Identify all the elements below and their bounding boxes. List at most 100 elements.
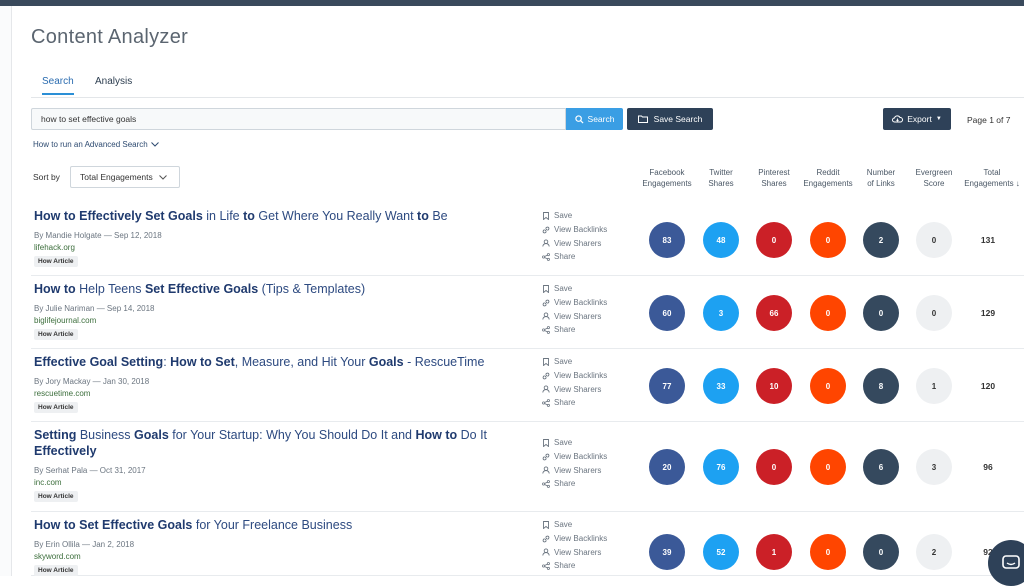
backlinks-action-label: View Backlinks <box>554 370 608 380</box>
sharers-action[interactable]: View Sharers <box>542 310 607 324</box>
column-header-facebook[interactable]: Facebook Engagements <box>638 167 696 189</box>
sharers-action[interactable]: View Sharers <box>542 464 607 478</box>
save-action-label: Save <box>554 438 573 447</box>
title-segment: Set Effective Goals <box>144 282 259 296</box>
share-icon <box>542 253 550 262</box>
sort-select[interactable]: Total Engagements <box>70 166 180 188</box>
save-search-button[interactable]: Save Search <box>627 108 713 130</box>
backlinks-action[interactable]: View Backlinks <box>542 532 607 546</box>
evergreen-metric[interactable]: 0 <box>916 222 952 258</box>
save-action[interactable]: Save <box>542 518 607 532</box>
tab-analysis[interactable]: Analysis <box>95 76 132 93</box>
twitter-metric[interactable]: 52 <box>703 534 739 570</box>
search-input[interactable] <box>31 108 566 130</box>
column-header-twitter[interactable]: Twitter Shares <box>692 167 750 189</box>
reddit-metric[interactable]: 0 <box>810 295 846 331</box>
share-action[interactable]: Share <box>542 396 607 410</box>
advanced-search-link[interactable]: How to run an Advanced Search <box>33 140 159 149</box>
result-title[interactable]: How to Effectively Set Goals in Life to … <box>34 208 514 224</box>
result-title[interactable]: How to Set Effective Goals for Your Free… <box>34 517 514 533</box>
facebook-metric[interactable]: 77 <box>649 368 685 404</box>
save-action[interactable]: Save <box>542 355 607 369</box>
facebook-metric[interactable]: 20 <box>649 449 685 485</box>
sharers-action-label: View Sharers <box>554 465 602 475</box>
facebook-metric[interactable]: 60 <box>649 295 685 331</box>
column-header-evergreen[interactable]: Evergreen Score <box>905 167 963 189</box>
sharers-action[interactable]: View Sharers <box>542 237 607 251</box>
backlinks-action[interactable]: View Backlinks <box>542 369 607 383</box>
save-action[interactable]: Save <box>542 209 607 223</box>
column-header-total[interactable]: Total Engagements ↓ <box>960 167 1024 189</box>
result-title[interactable]: How to Help Teens Set Effective Goals (T… <box>34 281 514 297</box>
chevron-down-icon <box>150 142 159 147</box>
share-action-label: Share <box>554 325 576 335</box>
backlinks-action[interactable]: View Backlinks <box>542 296 607 310</box>
total-engagements: 120 <box>980 381 996 391</box>
tab-search[interactable]: Search <box>42 76 74 95</box>
links-metric[interactable]: 2 <box>863 222 899 258</box>
article-type-badge: How Article <box>34 256 78 267</box>
reddit-metric[interactable]: 0 <box>810 368 846 404</box>
column-header-links[interactable]: Number of Links <box>852 167 910 189</box>
share-icon <box>542 399 550 408</box>
result-domain[interactable]: lifehack.org <box>34 243 75 252</box>
sharers-action[interactable]: View Sharers <box>542 546 607 560</box>
twitter-metric[interactable]: 48 <box>703 222 739 258</box>
user-icon <box>542 385 550 394</box>
sharers-action[interactable]: View Sharers <box>542 383 607 397</box>
twitter-metric[interactable]: 76 <box>703 449 739 485</box>
save-action-label: Save <box>554 520 573 529</box>
share-action[interactable]: Share <box>542 323 607 337</box>
result-byline: By Erin Ollila — Jan 2, 2018 <box>34 540 135 549</box>
result-domain[interactable]: inc.com <box>34 478 62 487</box>
save-action[interactable]: Save <box>542 282 607 296</box>
backlinks-action[interactable]: View Backlinks <box>542 450 607 464</box>
share-action[interactable]: Share <box>542 250 607 264</box>
title-segment: How to Set <box>170 355 235 369</box>
backlinks-action[interactable]: View Backlinks <box>542 223 607 237</box>
evergreen-metric[interactable]: 2 <box>916 534 952 570</box>
links-metric[interactable]: 8 <box>863 368 899 404</box>
pinterest-metric[interactable]: 10 <box>756 368 792 404</box>
evergreen-metric[interactable]: 1 <box>916 368 952 404</box>
reddit-metric[interactable]: 0 <box>810 222 846 258</box>
backlinks-action-label: View Backlinks <box>554 451 608 461</box>
pinterest-metric[interactable]: 1 <box>756 534 792 570</box>
export-button[interactable]: Export ▼ <box>883 108 951 130</box>
evergreen-metric[interactable]: 0 <box>916 295 952 331</box>
twitter-metric[interactable]: 3 <box>703 295 739 331</box>
export-label: Export <box>907 114 932 124</box>
result-title[interactable]: Setting Business Goals for Your Startup:… <box>34 427 514 459</box>
result-byline: By Jory Mackay — Jan 30, 2018 <box>34 377 150 386</box>
pinterest-metric[interactable]: 0 <box>756 222 792 258</box>
sort-value: Total Engagements <box>80 172 153 182</box>
share-action[interactable]: Share <box>542 477 607 491</box>
result-row: How to Effectively Set Goals in Life to … <box>31 203 1024 276</box>
result-domain[interactable]: skyword.com <box>34 552 81 561</box>
reddit-metric[interactable]: 0 <box>810 449 846 485</box>
save-action[interactable]: Save <box>542 436 607 450</box>
pinterest-metric[interactable]: 0 <box>756 449 792 485</box>
folder-icon <box>637 115 648 123</box>
facebook-metric[interactable]: 39 <box>649 534 685 570</box>
links-metric[interactable]: 0 <box>863 534 899 570</box>
caret-down-icon: ▼ <box>935 116 942 122</box>
result-title[interactable]: Effective Goal Setting: How to Set, Meas… <box>34 354 514 370</box>
user-icon <box>542 466 550 475</box>
twitter-metric[interactable]: 33 <box>703 368 739 404</box>
facebook-metric[interactable]: 83 <box>649 222 685 258</box>
result-domain[interactable]: rescuetime.com <box>34 389 90 398</box>
total-engagements: 96 <box>983 462 993 472</box>
evergreen-metric[interactable]: 3 <box>916 449 952 485</box>
search-button[interactable]: Search <box>566 108 623 130</box>
reddit-metric[interactable]: 0 <box>810 534 846 570</box>
links-metric[interactable]: 0 <box>863 295 899 331</box>
result-domain[interactable]: biglifejournal.com <box>34 316 96 325</box>
share-action[interactable]: Share <box>542 559 607 573</box>
column-header-reddit[interactable]: Reddit Engagements <box>799 167 857 189</box>
pinterest-metric[interactable]: 66 <box>756 295 792 331</box>
chat-button[interactable] <box>988 540 1024 586</box>
column-header-pinterest[interactable]: Pinterest Shares <box>745 167 803 189</box>
result-byline: By Mandie Holgate — Sep 12, 2018 <box>34 231 162 240</box>
links-metric[interactable]: 6 <box>863 449 899 485</box>
